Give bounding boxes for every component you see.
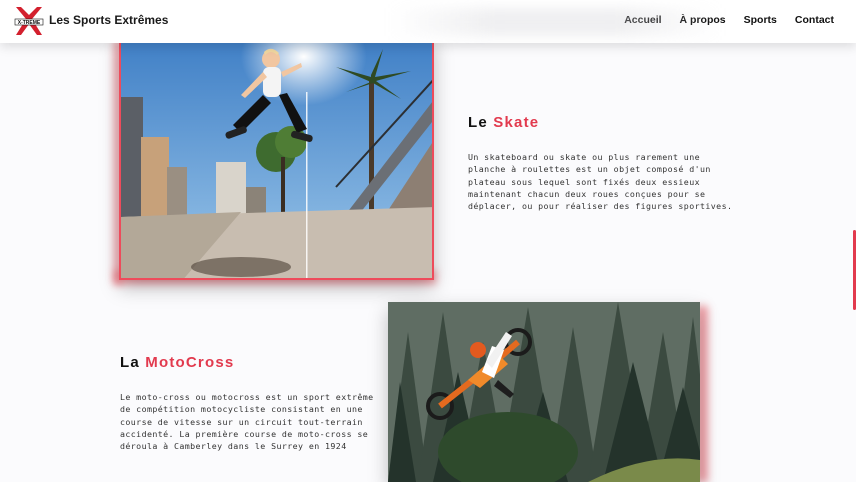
skate-title-prefix: Le [468, 114, 494, 131]
nav-accueil[interactable]: Accueil [624, 14, 661, 26]
main-nav: Accueil À propos Sports Contact [624, 14, 834, 26]
nav-sports[interactable]: Sports [744, 14, 777, 26]
site-header: X-TREME Les Sports Extrêmes Accueil À pr… [0, 0, 856, 43]
motocross-description: Le moto-cross ou motocross est un sport … [120, 392, 374, 452]
skateboarder-photo [121, 37, 432, 278]
nav-a-propos[interactable]: À propos [680, 14, 726, 26]
logo-text: X-TREME [18, 20, 41, 26]
brand-name[interactable]: Les Sports Extrêmes [49, 13, 168, 27]
nav-contact[interactable]: Contact [795, 14, 834, 26]
motocross-title: La MotoCross [120, 354, 234, 371]
motocross-title-prefix: La [120, 354, 146, 371]
motocross-image [388, 302, 700, 482]
skate-title-accent: Skate [493, 114, 540, 131]
skate-title: Le Skate [468, 114, 539, 131]
xtreme-logo[interactable]: X-TREME [13, 5, 45, 37]
skate-description: Un skateboard ou skate ou plus rarement … [468, 152, 733, 212]
motocross-photo [388, 302, 700, 482]
skate-image [119, 35, 434, 280]
motocross-title-accent: MotoCross [145, 354, 235, 371]
